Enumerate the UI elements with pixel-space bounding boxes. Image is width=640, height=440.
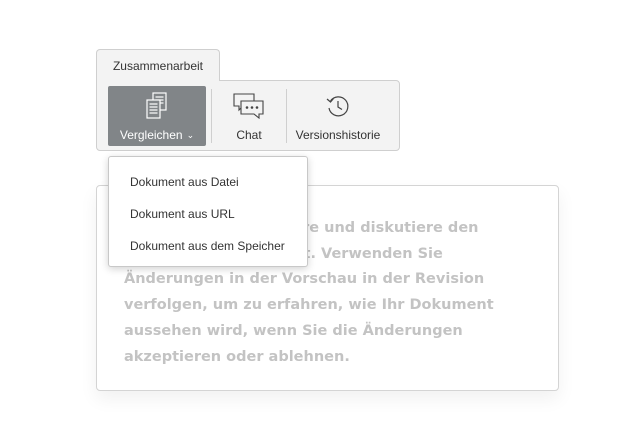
chat-button-label: Chat xyxy=(236,128,262,142)
toolbar-divider xyxy=(211,89,212,143)
tab-zusammenarbeit[interactable]: Zusammenarbeit xyxy=(96,49,220,81)
compare-dropdown-menu: Dokument aus Datei Dokument aus URL Doku… xyxy=(108,156,308,267)
chat-icon xyxy=(233,90,265,122)
menu-item-document-from-file[interactable]: Dokument aus Datei xyxy=(109,166,307,198)
compare-button-label: Vergleichen xyxy=(119,128,183,142)
version-history-button-label: Versionshistorie xyxy=(295,128,381,142)
chevron-down-icon: ⌄ xyxy=(186,130,195,140)
compare-documents-icon xyxy=(144,90,170,122)
version-history-button[interactable]: Versionshistorie xyxy=(286,86,390,146)
collaboration-toolbar: Vergleichen ⌄ Chat Versionshistorie xyxy=(96,80,400,151)
menu-item-document-from-storage[interactable]: Dokument aus dem Speicher xyxy=(109,230,307,262)
compare-button[interactable]: Vergleichen ⌄ xyxy=(108,86,206,146)
version-history-icon xyxy=(325,90,351,122)
chat-button[interactable]: Chat xyxy=(222,86,276,146)
menu-item-document-from-url[interactable]: Dokument aus URL xyxy=(109,198,307,230)
